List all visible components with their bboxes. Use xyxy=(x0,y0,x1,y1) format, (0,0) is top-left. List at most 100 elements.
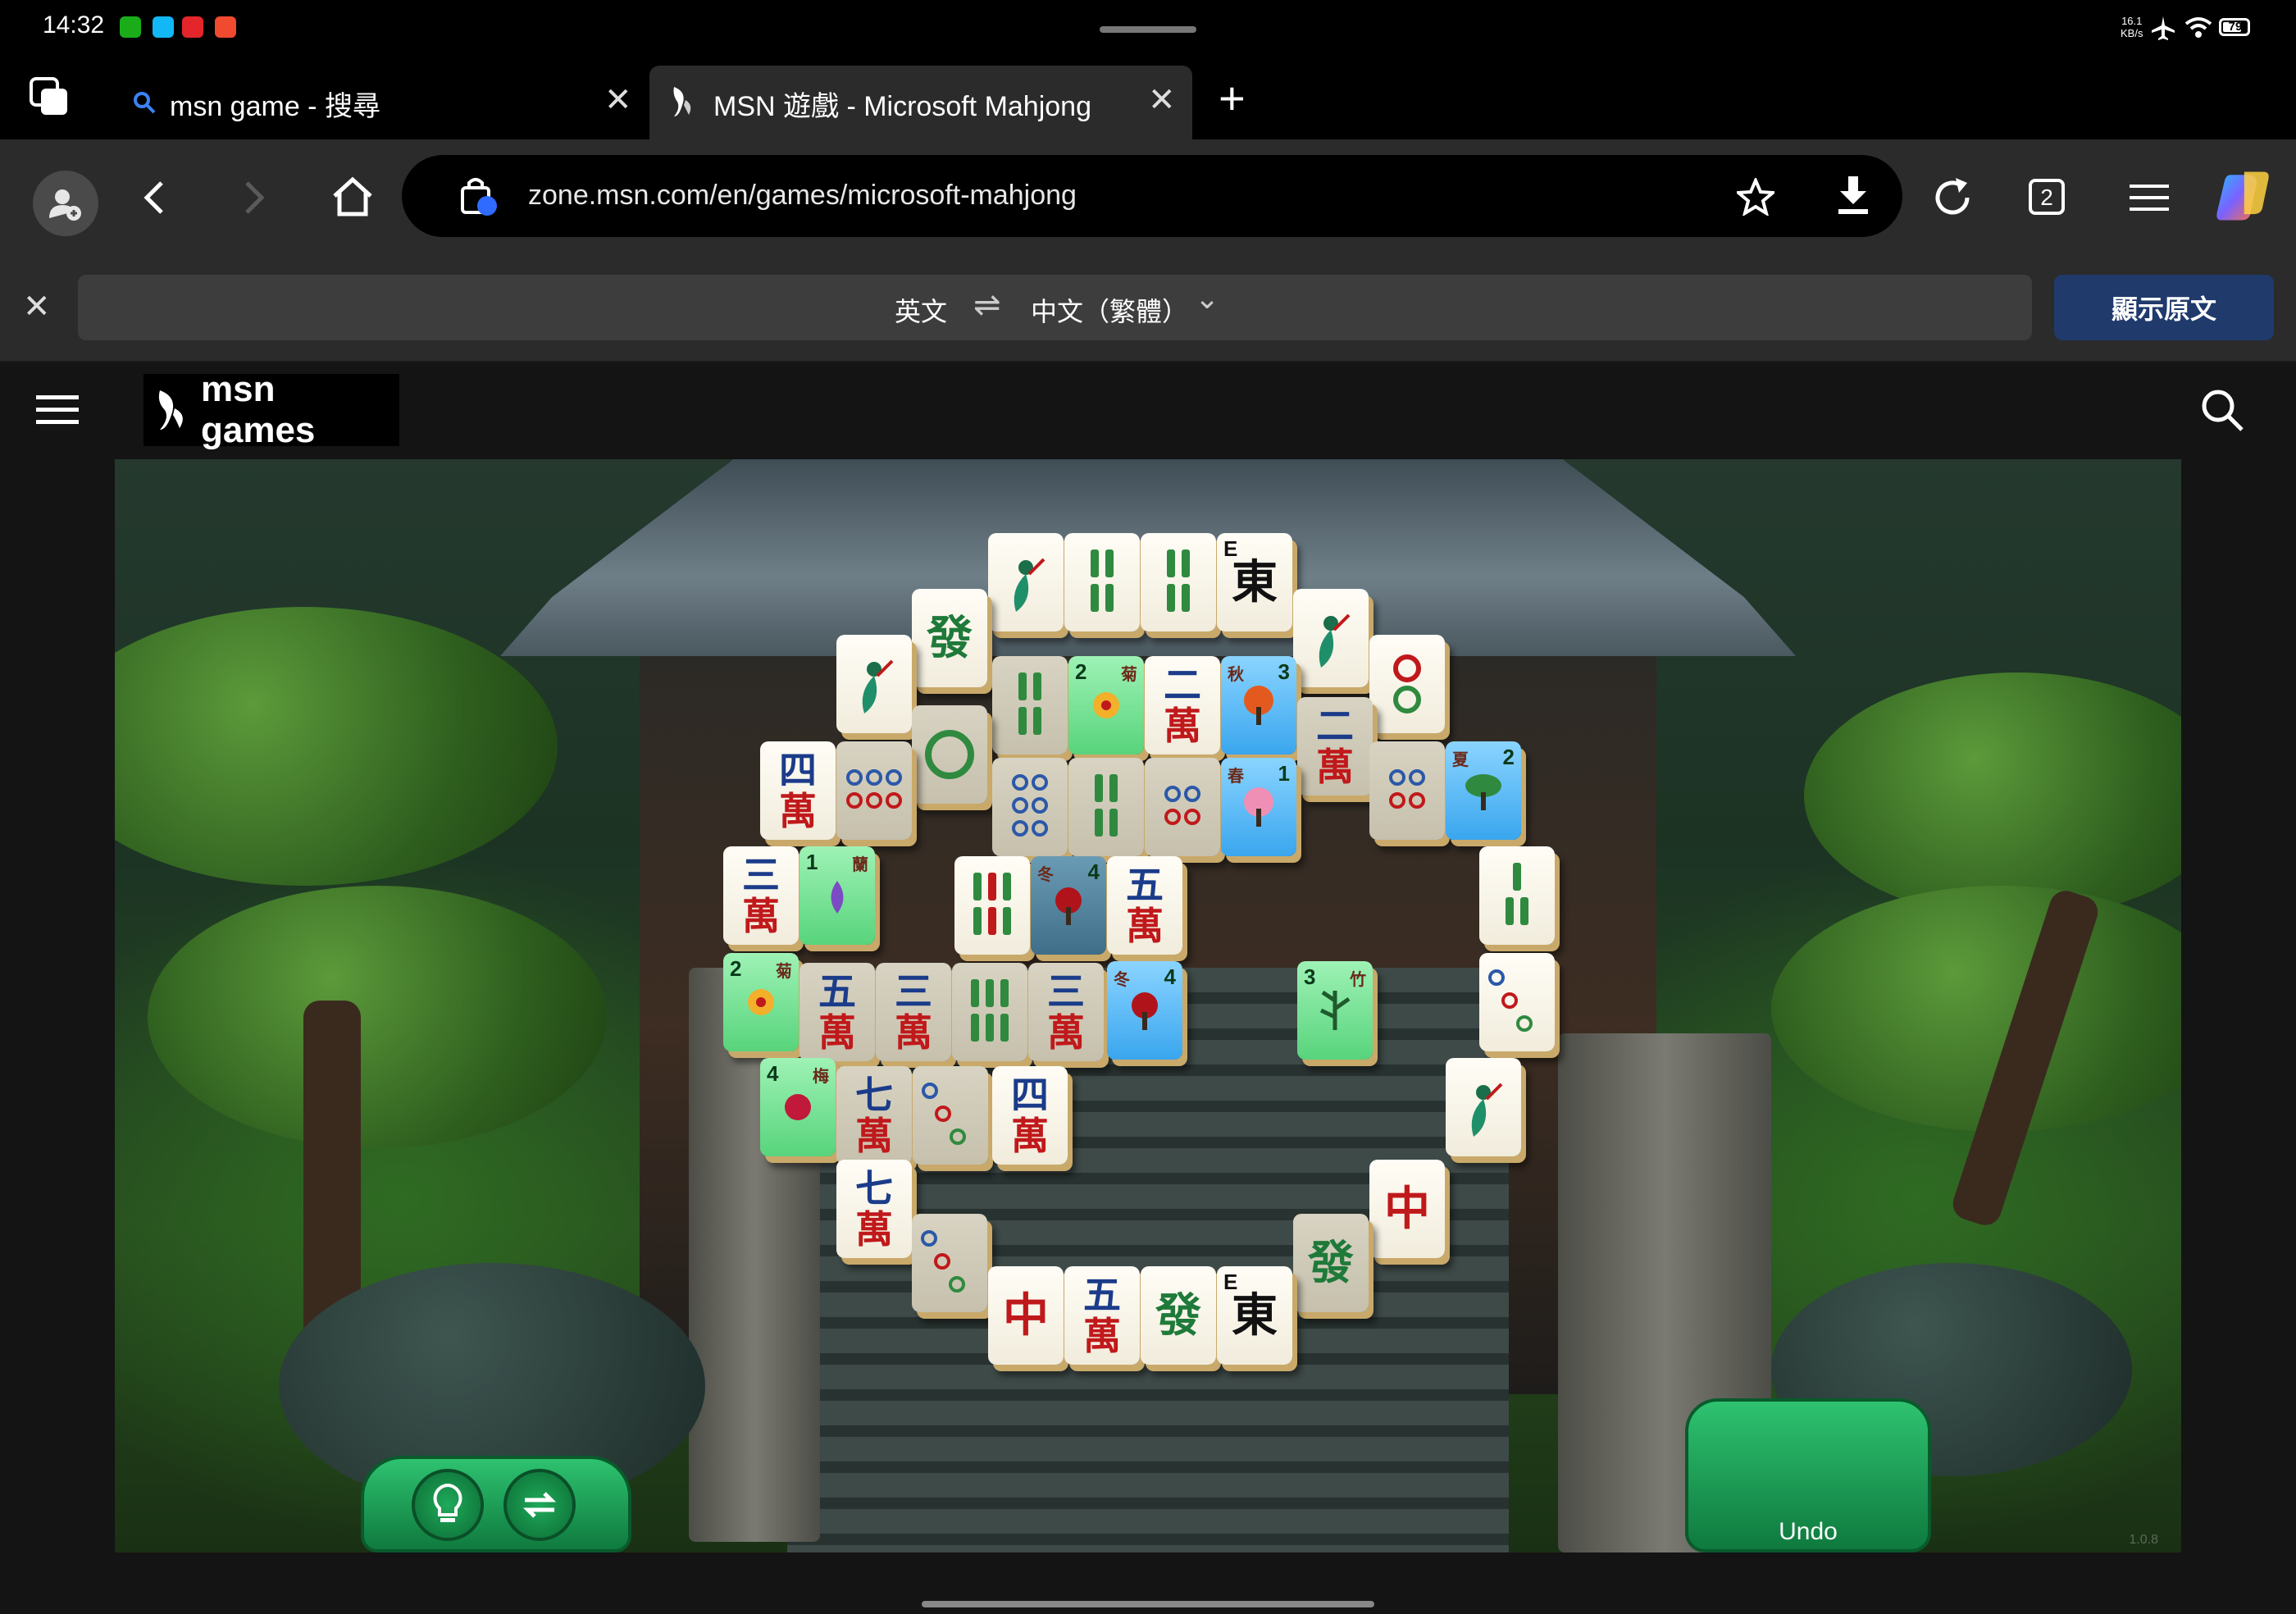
mahjong-tile-spring[interactable]: 1春 xyxy=(1221,758,1296,856)
mahjong-tile-green-dragon[interactable]: 發 xyxy=(912,589,987,687)
tab-msn-game-search[interactable]: msn game - 搜尋 ✕ xyxy=(119,66,648,139)
mahjong-tile-bamboo-6[interactable] xyxy=(992,656,1068,755)
mahjong-tile-orchid[interactable]: 1蘭 xyxy=(800,846,875,945)
mahjong-tile-two-wan[interactable]: 二萬 xyxy=(1297,697,1373,796)
qq-icon xyxy=(153,16,174,38)
mahjong-tile-red-dragon[interactable]: 中 xyxy=(988,1266,1064,1365)
mahjong-tile-three-wan[interactable]: 三萬 xyxy=(723,846,799,945)
mahjong-tile-autumn[interactable]: 3秋 xyxy=(1221,656,1296,755)
tab-overview-icon[interactable] xyxy=(28,75,71,118)
app-notification-icon xyxy=(182,16,203,38)
mahjong-tile-plum[interactable]: 4梅 xyxy=(760,1058,836,1156)
pine-tree-foliage xyxy=(1804,672,2181,919)
tab-title: MSN 遊戲 - Microsoft Mahjong xyxy=(713,91,1091,122)
gesture-nav-handle[interactable] xyxy=(922,1601,1374,1607)
game-version: 1.0.8 xyxy=(2129,1533,2158,1547)
mahjong-tile-circle-6[interactable] xyxy=(836,741,912,840)
menu-button[interactable] xyxy=(2121,169,2178,226)
close-translate-icon[interactable]: ✕ xyxy=(23,287,51,326)
target-language[interactable]: 中文（繁體） xyxy=(1031,291,1188,329)
hint-button[interactable] xyxy=(412,1469,484,1541)
forward-button[interactable] xyxy=(225,169,282,226)
language-selector[interactable]: 英文 ⇌ 中文（繁體） ⌄ xyxy=(78,275,2032,340)
mahjong-tile-peacock[interactable] xyxy=(1446,1058,1521,1156)
shopping-bag-icon[interactable] xyxy=(459,176,499,217)
mahjong-tile-five-wan[interactable]: 五萬 xyxy=(1107,856,1182,955)
mahjong-tile-circle-4[interactable] xyxy=(1145,758,1220,856)
mahjong-tile-circle-3[interactable] xyxy=(1479,953,1555,1051)
undo-button[interactable]: Undo xyxy=(1685,1398,1931,1552)
profile-button[interactable] xyxy=(33,171,98,236)
tab-msn-mahjong[interactable]: MSN 遊戲 - Microsoft Mahjong ✕ xyxy=(649,66,1192,139)
mahjong-tile-circle-4[interactable] xyxy=(1369,741,1445,840)
mahjong-tile-bamboo-3[interactable] xyxy=(1479,846,1555,945)
mahjong-tile-summer[interactable]: 2夏 xyxy=(1446,741,1521,840)
mahjong-tile-circle-2[interactable] xyxy=(1369,635,1445,733)
hint-shuffle-panel xyxy=(361,1456,631,1552)
mahjong-tile-bamboo-4[interactable] xyxy=(1068,758,1144,856)
close-tab-icon[interactable]: ✕ xyxy=(604,84,632,116)
msn-butterfly-icon xyxy=(673,87,691,116)
mahjong-tile-chrysanthemum[interactable]: 2菊 xyxy=(723,953,799,1051)
mahjong-tile-peacock[interactable] xyxy=(836,635,912,733)
mahjong-game-canvas[interactable]: E東 發 2菊 二萬 3秋 二萬 四萬 1春 2夏 三萬 1蘭 4冬 五萬 2菊… xyxy=(115,459,2181,1552)
msn-search-button[interactable] xyxy=(2199,387,2245,437)
mahjong-tile-circle-3[interactable] xyxy=(912,1214,987,1312)
mahjong-tile-circle-8[interactable] xyxy=(992,758,1068,856)
back-button[interactable] xyxy=(126,169,184,226)
shuffle-button[interactable] xyxy=(503,1469,576,1541)
mahjong-tile-winter[interactable]: 4冬 xyxy=(1031,856,1106,955)
pine-tree-foliage xyxy=(115,607,558,886)
mahjong-tile-green-dragon[interactable]: 發 xyxy=(1141,1266,1216,1365)
mahjong-tile-bamboo-6[interactable] xyxy=(952,963,1027,1061)
search-icon xyxy=(134,92,156,114)
mahjong-tile-five-wan[interactable]: 五萬 xyxy=(800,963,875,1061)
mahjong-tile-seven-wan[interactable]: 七萬 xyxy=(836,1066,912,1165)
wechat-icon xyxy=(120,16,141,38)
mahjong-tile-green-dragon[interactable]: 發 xyxy=(1293,1214,1369,1312)
source-language[interactable]: 英文 xyxy=(895,291,947,329)
mahjong-tile-east-wind[interactable]: E東 xyxy=(1217,1266,1292,1365)
mahjong-tile-circle-3[interactable] xyxy=(913,1066,988,1165)
tab-count-button[interactable]: 2 xyxy=(2029,179,2065,215)
address-bar[interactable]: zone.msn.com/en/games/microsoft-mahjong xyxy=(402,155,1902,237)
mahjong-tile-peacock[interactable] xyxy=(1293,589,1369,687)
mahjong-tile-three-wan[interactable]: 三萬 xyxy=(1028,963,1104,1061)
mahjong-tile-bamboo-4[interactable] xyxy=(1141,533,1216,631)
mahjong-tile-peacock[interactable] xyxy=(988,533,1064,631)
mahjong-tile-four-wan[interactable]: 四萬 xyxy=(760,741,836,840)
status-time: 14:32 xyxy=(43,11,105,39)
copilot-button[interactable] xyxy=(2214,167,2271,225)
mahjong-tile-bamboo-6[interactable] xyxy=(954,856,1030,955)
mahjong-tile-three-wan[interactable]: 三萬 xyxy=(876,963,951,1061)
home-button[interactable] xyxy=(324,169,381,226)
mahjong-tile-two-wan[interactable]: 二萬 xyxy=(1145,656,1220,755)
msn-games-brand: msn games xyxy=(200,369,316,450)
mahjong-tile-five-wan[interactable]: 五萬 xyxy=(1064,1266,1140,1365)
mahjong-tile-winter[interactable]: 4冬 xyxy=(1107,961,1182,1060)
favorite-star-icon[interactable] xyxy=(1737,178,1774,216)
url-text: zone.msn.com/en/games/microsoft-mahjong xyxy=(528,180,1077,211)
msn-menu-button[interactable] xyxy=(36,392,79,432)
show-original-button[interactable]: 顯示原文 xyxy=(2054,275,2274,340)
mahjong-tile-bamboo-4[interactable] xyxy=(1064,533,1140,631)
mahjong-tile-east-wind[interactable]: E東 xyxy=(1217,533,1292,631)
mahjong-tile-red-dragon[interactable]: 中 xyxy=(1369,1160,1445,1258)
close-tab-icon[interactable]: ✕ xyxy=(1148,84,1176,116)
chevron-down-icon[interactable]: ⌄ xyxy=(1195,281,1219,316)
mahjong-tile-four-wan[interactable]: 四萬 xyxy=(992,1066,1068,1165)
mahjong-tile-seven-wan[interactable]: 七萬 xyxy=(836,1160,912,1258)
mahjong-tile-circle-1[interactable] xyxy=(912,705,987,804)
msn-games-logo[interactable]: msn games xyxy=(144,369,399,450)
hamburger-icon xyxy=(36,395,79,424)
new-tab-button[interactable]: + xyxy=(1219,75,1246,121)
refresh-button[interactable] xyxy=(1924,169,1981,226)
download-icon[interactable] xyxy=(1835,175,1871,216)
lightbulb-icon xyxy=(433,1483,462,1522)
pine-tree-foliage xyxy=(148,886,607,1148)
swap-languages-icon[interactable]: ⇌ xyxy=(973,286,1001,324)
mahjong-tile-bamboo-flower[interactable]: 3竹 xyxy=(1297,961,1373,1060)
multiwindow-handle[interactable] xyxy=(1100,26,1196,33)
mahjong-tile-chrysanthemum[interactable]: 2菊 xyxy=(1068,656,1144,755)
search-icon xyxy=(2202,390,2244,431)
